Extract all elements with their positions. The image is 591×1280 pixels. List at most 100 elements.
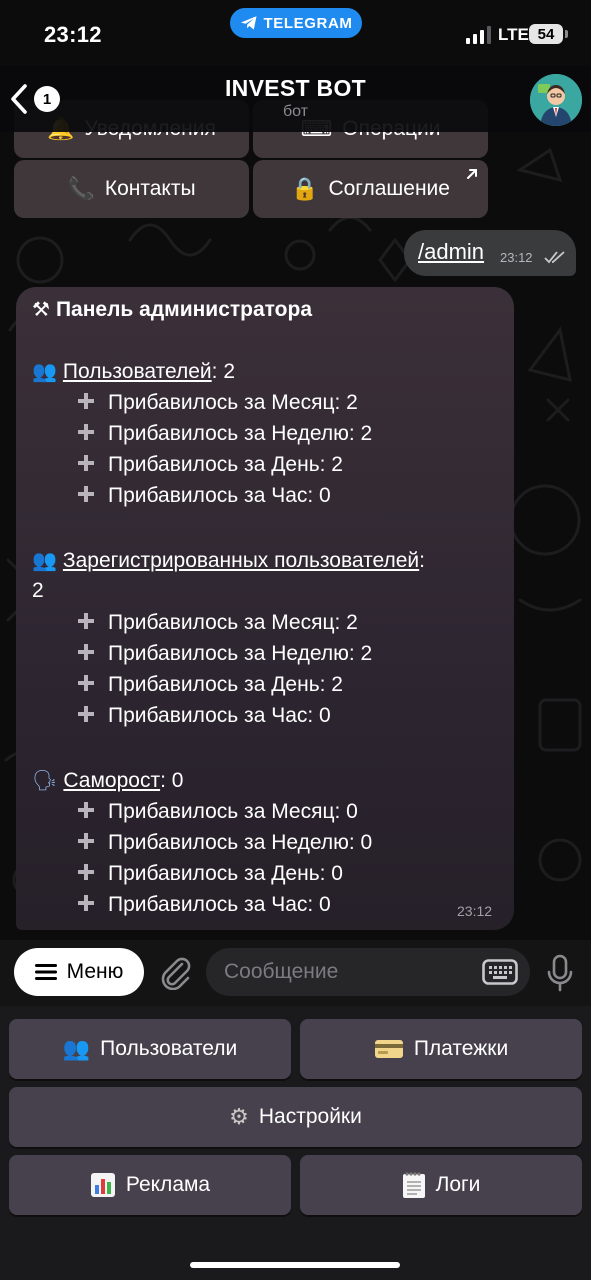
battery-level: 54: [537, 25, 555, 43]
status-bar: 23:12 TELEGRAM LTE 54: [0, 0, 591, 66]
stat-line: Прибавилось за Неделю: 0: [76, 831, 372, 855]
status-time: 23:12: [44, 22, 102, 47]
admin-panel-message[interactable]: ⚒ Панель администратора 👥 Пользователей: 2…: [16, 287, 514, 930]
plus-icon: [78, 706, 94, 722]
menu-label: Меню: [66, 960, 124, 983]
keyboard-button-users[interactable]: 👥 Пользователи: [9, 1019, 291, 1079]
keyboard-button-label: Пользователи: [100, 1037, 238, 1060]
inline-button-agreement[interactable]: 🔒 Соглашение: [253, 160, 488, 218]
inline-button-label: Контакты: [104, 177, 196, 200]
battery-cap: [565, 30, 568, 38]
stat-text: Прибавилось за Месяц: 2: [108, 391, 358, 414]
plus-icon: [78, 613, 94, 629]
stat-line: Прибавилось за День: 2: [76, 453, 343, 477]
keyboard-button-payments[interactable]: Платежки: [300, 1019, 582, 1079]
section-label[interactable]: Пользователей: [63, 360, 212, 383]
gear-icon: ⚙: [229, 1104, 249, 1130]
stat-line: Прибавилось за Час: 0: [76, 893, 331, 917]
read-checkmarks-icon: [544, 251, 565, 264]
plus-icon: [78, 486, 94, 502]
menu-button[interactable]: Меню: [14, 948, 144, 996]
message-time: 23:12: [500, 250, 533, 265]
plus-icon: [78, 802, 94, 818]
stat-line: Прибавилось за Неделю: 2: [76, 642, 372, 666]
stat-text: Прибавилось за Неделю: 2: [108, 642, 373, 665]
keyboard-button-ads[interactable]: Реклама: [9, 1155, 291, 1215]
battery-icon: 54: [529, 24, 563, 44]
stat-line: Прибавилось за Месяц: 2: [76, 391, 358, 415]
bar-chart-icon: [90, 1173, 115, 1197]
title-text: Панель администратора: [55, 298, 313, 321]
stat-text: Прибавилось за Неделю: 2: [108, 422, 373, 445]
inline-button-label: Соглашение: [328, 177, 450, 200]
plus-icon: [78, 895, 94, 911]
reply-keyboard: 👥 Пользователи Платежки ⚙ Настройки Рекл…: [0, 1006, 591, 1280]
telegram-icon: [240, 16, 257, 30]
section-label[interactable]: Самороcт: [63, 769, 160, 792]
keyboard-button-logs[interactable]: Логи: [300, 1155, 582, 1215]
users-icon: 👥: [32, 548, 57, 572]
message-input-bar: Меню: [0, 940, 591, 1006]
plus-icon: [78, 393, 94, 409]
keyboard-button-settings[interactable]: ⚙ Настройки: [9, 1087, 582, 1147]
stat-line: Прибавилось за Месяц: 2: [76, 611, 358, 635]
command-link[interactable]: /admin: [418, 239, 484, 265]
outgoing-message[interactable]: /admin 23:12: [404, 230, 576, 276]
chat-subtitle: бот: [282, 103, 309, 120]
avatar-image: [530, 74, 582, 126]
keyboard-button-label: Платежки: [413, 1037, 509, 1060]
bot-avatar[interactable]: [530, 74, 582, 126]
speaking-head-icon: 🗣: [32, 768, 58, 792]
plus-icon: [78, 675, 94, 691]
stat-text: Прибавилось за Час: 0: [108, 484, 331, 507]
unread-badge: 1: [34, 86, 60, 112]
section-value: 2: [32, 579, 44, 602]
keyboard-button-label: Настройки: [258, 1105, 362, 1128]
plus-icon: [78, 424, 94, 440]
microphone-icon[interactable]: [546, 954, 574, 992]
section-value: 2: [223, 360, 236, 383]
stat-line: Прибавилось за Час: 0: [76, 484, 331, 508]
stat-line: Прибавилось за Неделю: 2: [76, 422, 372, 446]
inline-button-contacts[interactable]: 📞 Контакты: [14, 160, 249, 218]
plus-icon: [78, 833, 94, 849]
lock-icon: 🔒: [291, 176, 319, 202]
users-icon: 👥: [62, 1036, 91, 1062]
stat-text: Прибавилось за День: 2: [108, 673, 343, 696]
stat-text: Прибавилось за Месяц: 2: [108, 611, 358, 634]
section-registered-header: 👥 Зарегистрированных пользователей:: [32, 548, 425, 572]
stat-text: Прибавилось за Месяц: 0: [108, 800, 358, 823]
stat-text: Прибавилось за Неделю: 0: [108, 831, 373, 854]
stat-text: Прибавилось за День: 2: [108, 453, 343, 476]
keyboard-button-label: Реклама: [125, 1173, 211, 1196]
telegram-return-pill[interactable]: TELEGRAM: [230, 8, 362, 38]
paperclip-icon[interactable]: [158, 954, 192, 990]
plus-icon: [78, 455, 94, 471]
stat-line: Прибавилось за Час: 0: [76, 704, 331, 728]
message-time: 23:12: [457, 903, 493, 919]
message-title: ⚒ Панель администратора: [32, 297, 312, 322]
notepad-icon: [402, 1172, 425, 1198]
stat-text: Прибавилось за День: 0: [108, 862, 343, 885]
chat-title[interactable]: INVEST BOT: [150, 75, 441, 102]
telegram-label: TELEGRAM: [263, 14, 353, 32]
hamburger-icon: [34, 964, 57, 980]
stat-line: Прибавилось за День: 0: [76, 862, 343, 886]
keyboard-toggle-icon[interactable]: [482, 959, 518, 985]
external-link-icon: [467, 169, 477, 179]
home-indicator[interactable]: [190, 1262, 400, 1268]
keyboard-button-label: Логи: [435, 1173, 481, 1196]
hammer-pick-icon: ⚒: [32, 297, 50, 321]
section-label[interactable]: Зарегистрированных пользователей: [63, 549, 419, 572]
chat-header: 1 INVEST BOT бот: [0, 66, 591, 132]
section-value: 0: [171, 769, 184, 792]
stat-line: Прибавилось за День: 2: [76, 673, 343, 697]
chevron-left-icon: [11, 84, 27, 114]
users-icon: 👥: [32, 359, 57, 383]
network-type: LTE: [498, 25, 529, 44]
stat-line: Прибавилось за Месяц: 0: [76, 800, 358, 824]
back-button[interactable]: 1: [8, 82, 64, 116]
stat-text: Прибавилось за Час: 0: [108, 704, 331, 727]
plus-icon: [78, 864, 94, 880]
credit-card-icon: [374, 1040, 403, 1058]
